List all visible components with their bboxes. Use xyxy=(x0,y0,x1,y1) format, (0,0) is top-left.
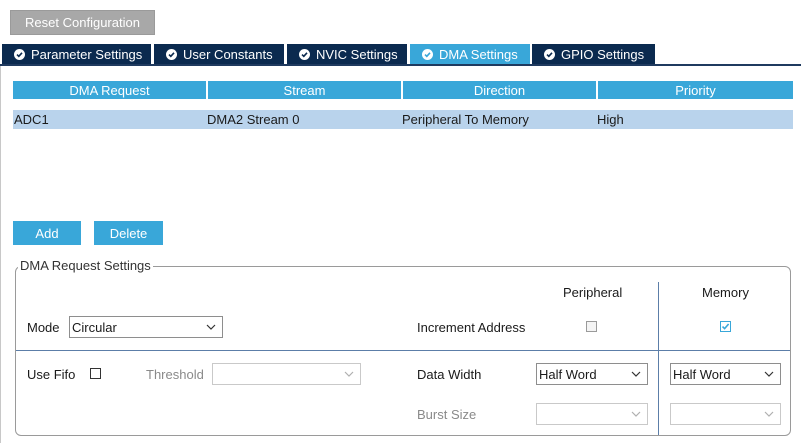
increment-memory-checkbox[interactable] xyxy=(720,321,731,332)
table-cell-direction[interactable]: Peripheral To Memory xyxy=(401,110,596,129)
burst-size-memory-select[interactable] xyxy=(670,403,781,425)
check-circle-icon xyxy=(166,48,177,60)
chevron-down-icon xyxy=(764,411,774,417)
column-header-dma-request[interactable]: DMA Request xyxy=(13,81,206,99)
column-header-stream[interactable]: Stream xyxy=(208,81,401,99)
tab-gpio-settings[interactable]: GPIO Settings xyxy=(532,44,655,64)
mode-select[interactable]: Circular xyxy=(69,316,223,338)
table-cell-dma-request[interactable]: ADC1 xyxy=(13,110,206,129)
table-cell-stream[interactable]: DMA2 Stream 0 xyxy=(206,110,401,129)
chevron-down-icon xyxy=(206,324,216,330)
row-divider xyxy=(16,350,790,351)
column-header-priority[interactable]: Priority xyxy=(598,81,793,99)
tab-label: User Constants xyxy=(183,46,273,62)
burst-size-label: Burst Size xyxy=(417,407,477,422)
table-cell-priority[interactable]: High xyxy=(596,110,793,129)
increment-address-label: Increment Address xyxy=(417,320,526,335)
data-width-memory-value: Half Word xyxy=(673,366,731,382)
tab-label: DMA Settings xyxy=(439,46,518,62)
tab-user-constants[interactable]: User Constants xyxy=(154,44,284,64)
memory-column-label: Memory xyxy=(702,285,749,300)
tab-label: Parameter Settings xyxy=(31,46,143,62)
check-circle-icon xyxy=(299,48,310,60)
chevron-down-icon xyxy=(344,371,354,377)
tab-label: NVIC Settings xyxy=(316,46,398,62)
checkmark-icon xyxy=(721,323,730,330)
tab-parameter-settings[interactable]: Parameter Settings xyxy=(2,44,151,64)
mode-label: Mode xyxy=(27,320,60,335)
chevron-down-icon xyxy=(764,371,774,377)
use-fifo-label: Use Fifo xyxy=(27,367,76,382)
increment-peripheral-checkbox[interactable] xyxy=(586,321,597,332)
tab-dma-settings[interactable]: DMA Settings xyxy=(410,44,530,64)
tab-label: GPIO Settings xyxy=(561,46,645,62)
data-width-label: Data Width xyxy=(417,367,482,382)
check-circle-icon xyxy=(14,48,25,60)
chevron-down-icon xyxy=(631,371,641,377)
reset-configuration-button[interactable]: Reset Configuration xyxy=(10,10,155,35)
threshold-select[interactable] xyxy=(212,363,361,385)
check-circle-icon xyxy=(544,48,555,60)
peripheral-column-label: Peripheral xyxy=(563,285,623,300)
check-circle-icon xyxy=(422,48,433,60)
column-divider xyxy=(658,282,659,435)
delete-button[interactable]: Delete xyxy=(94,221,163,245)
column-header-direction[interactable]: Direction xyxy=(403,81,596,99)
data-width-peripheral-select[interactable]: Half Word xyxy=(536,363,648,385)
burst-size-peripheral-select[interactable] xyxy=(536,403,648,425)
threshold-label: Threshold xyxy=(146,367,204,382)
group-legend: DMA Request Settings xyxy=(18,258,153,273)
data-width-memory-select[interactable]: Half Word xyxy=(670,363,781,385)
data-width-peripheral-value: Half Word xyxy=(539,366,597,382)
tab-nvic-settings[interactable]: NVIC Settings xyxy=(287,44,407,64)
add-button[interactable]: Add xyxy=(13,221,81,245)
use-fifo-checkbox[interactable] xyxy=(90,368,101,379)
mode-value: Circular xyxy=(72,319,117,335)
chevron-down-icon xyxy=(631,411,641,417)
